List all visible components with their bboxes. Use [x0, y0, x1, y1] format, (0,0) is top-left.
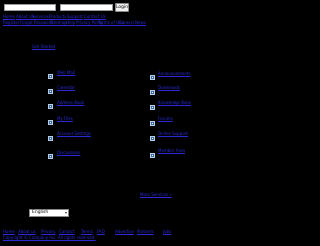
footer-link[interactable]: FAQ [97, 229, 105, 234]
tile-label[interactable]: Announcements [158, 71, 191, 76]
top-links-row-2: Register Forgot Password Sitemap Help Pr… [3, 20, 183, 25]
tile-label[interactable]: Online Support [158, 131, 188, 136]
language-selected: English [32, 210, 49, 215]
app-tile-icon [150, 153, 155, 158]
footer-link[interactable]: Jobs [163, 229, 171, 234]
tile-label[interactable]: Calendar [57, 85, 75, 90]
app-tile-icon [150, 121, 155, 126]
app-tile-icon [150, 105, 155, 110]
top-link[interactable]: Careers [119, 20, 134, 25]
app-tile-icon [150, 75, 155, 80]
tile-label[interactable]: Member Area [158, 148, 185, 153]
chevron-down-icon: ▾ [64, 210, 67, 215]
password-input[interactable] [60, 4, 113, 11]
top-link[interactable]: Forgot Password [20, 20, 53, 25]
login-bar: Login [0, 0, 296, 14]
footer-link[interactable]: Terms [81, 229, 93, 234]
section-link[interactable]: Get Started [32, 44, 55, 49]
tile-label[interactable]: Web Mail [57, 70, 75, 75]
top-link[interactable]: Services [32, 14, 49, 19]
more-services-link[interactable]: More Services » [140, 192, 172, 197]
footer-links-row-2: Copyright © Company Inc. All rights rese… [3, 235, 223, 240]
footer-links-row-1: Home About us Privacy Contact Terms FAQ … [3, 229, 223, 234]
tile-label[interactable]: My Files [57, 116, 73, 121]
app-tile-icon [48, 89, 53, 94]
login-button[interactable]: Login [115, 3, 129, 12]
tile-label[interactable]: Forums [158, 116, 173, 121]
tile-label[interactable]: Discussions [57, 150, 80, 155]
footer-link[interactable]: Advertise [115, 229, 134, 234]
top-link[interactable]: Register [3, 20, 19, 25]
footer-link[interactable]: Home [3, 229, 15, 234]
app-tile-icon [48, 74, 53, 79]
app-tile-icon [48, 104, 53, 109]
tile-label[interactable]: Downloads [158, 85, 180, 90]
app-tile-icon [150, 90, 155, 95]
tile-label[interactable]: Knowledge Base [158, 100, 191, 105]
top-link[interactable]: Help [66, 20, 75, 25]
tile-label[interactable]: Account Settings [57, 131, 91, 136]
tile-label[interactable]: Address Book [57, 100, 84, 105]
footer-link[interactable]: Contact [59, 229, 75, 234]
top-link[interactable]: Contact Us [84, 14, 106, 19]
left-tile-column: Web Mail Calendar Address Book My Files … [48, 70, 138, 162]
top-link[interactable]: Home [3, 14, 15, 19]
app-tile-icon [150, 136, 155, 141]
top-link[interactable]: Products [49, 14, 66, 19]
app-tile-icon [48, 120, 53, 125]
top-link[interactable]: News [135, 20, 146, 25]
language-select[interactable]: English ▾ [29, 209, 69, 217]
footer-link[interactable]: Partners [137, 229, 154, 234]
app-tile-icon [48, 136, 53, 141]
top-link[interactable]: Sitemap [50, 20, 67, 25]
right-tile-column: Announcements Downloads Knowledge Base F… [149, 70, 239, 162]
username-input[interactable] [4, 4, 56, 11]
app-tile-icon [48, 154, 53, 159]
footer-link[interactable]: Privacy [41, 229, 55, 234]
top-link[interactable]: Support [67, 14, 83, 19]
footer-link[interactable]: About us [18, 229, 36, 234]
top-links-row-1: Home About Us Services Products Support … [3, 14, 183, 19]
copyright-text: Copyright © Company Inc. All rights rese… [3, 235, 96, 240]
